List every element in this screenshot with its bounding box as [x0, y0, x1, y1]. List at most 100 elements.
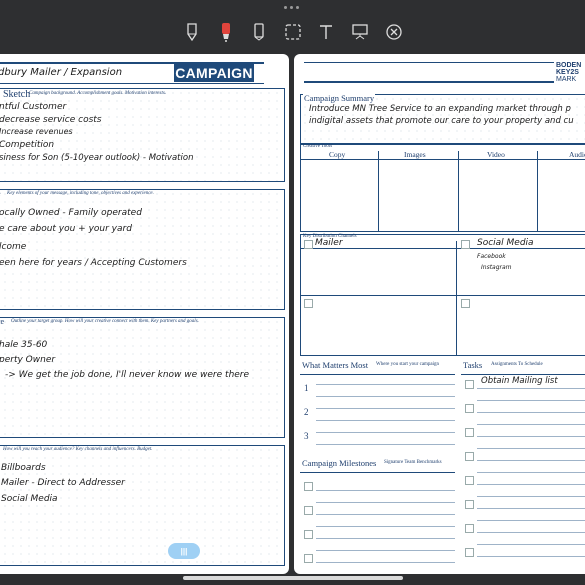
pen-icon[interactable]	[182, 22, 202, 42]
rule-line	[316, 396, 455, 397]
milestone-checkbox[interactable]	[304, 506, 313, 515]
note-line: ntful Customer	[0, 102, 67, 112]
marker-icon[interactable]	[216, 22, 236, 42]
task-checkbox[interactable]	[465, 548, 474, 557]
col-divider	[456, 241, 457, 355]
audience-section[interactable]: ce Outline your target group. How will y…	[0, 317, 285, 438]
toolbar-grabber[interactable]	[284, 6, 299, 9]
task-checkbox[interactable]	[465, 404, 474, 413]
note-line: Competition	[0, 140, 55, 150]
section-heading: ce	[0, 317, 5, 326]
milestones-hint: Signature Team Benchmarks	[384, 460, 442, 465]
rule-line	[477, 484, 585, 485]
distribution-rule	[301, 248, 585, 249]
col-copy: Copy	[329, 150, 346, 159]
close-circle-icon[interactable]	[384, 22, 404, 42]
tasks-section[interactable]: Tasks Assignments To Schedule Obtain Mai…	[461, 360, 585, 570]
text-icon[interactable]	[316, 22, 336, 42]
summary-line: indigital assets that promote our care t…	[309, 116, 574, 126]
header-rule	[304, 62, 554, 63]
milestone-checkbox[interactable]	[304, 530, 313, 539]
milestone-checkbox[interactable]	[304, 554, 313, 563]
campaign-title: dbury Mailer / Expansion	[0, 67, 123, 78]
rule-line	[477, 496, 585, 497]
message-section[interactable]: e Key elements of your message, includin…	[0, 189, 285, 310]
rule-line	[316, 514, 455, 515]
note-line: lcome	[0, 242, 27, 252]
rule-line	[477, 508, 585, 509]
note-line: Billboards	[1, 463, 46, 473]
campaign-summary[interactable]: Campaign Summary Introduce MN Tree Servi…	[300, 93, 585, 144]
task-checkbox[interactable]	[465, 476, 474, 485]
tasks-label: Tasks	[463, 360, 483, 370]
col-audio: Audio	[569, 150, 585, 159]
rule-line	[316, 444, 455, 445]
channel-checkbox[interactable]	[304, 299, 313, 308]
rule-line	[477, 460, 585, 461]
rule-line	[316, 420, 455, 421]
brand-line: MARK	[556, 76, 577, 83]
section-rule	[461, 374, 585, 375]
note-line: Increase revenues	[0, 127, 73, 136]
rule-line	[477, 556, 585, 557]
rule-line	[477, 412, 585, 413]
task-checkbox[interactable]	[465, 500, 474, 509]
channel-label: Mailer	[315, 238, 343, 248]
channel-note: Facebook	[477, 253, 506, 260]
summary-label: Campaign Summary	[303, 93, 376, 103]
distribution-table[interactable]: Key Distribution Channels Mailer Social …	[300, 234, 585, 356]
section-rule	[300, 472, 455, 473]
pencil-icon[interactable]	[249, 22, 269, 42]
section-heading: e	[0, 189, 1, 198]
task-checkbox[interactable]	[465, 524, 474, 533]
channel-label: Social Media	[477, 238, 534, 248]
rule-line	[316, 408, 455, 409]
what-matters-label: What Matters Most	[302, 360, 369, 370]
what-matters-hint: Where you start your campaign	[376, 362, 440, 367]
rule-line	[316, 384, 455, 385]
note-line: perty Owner	[0, 355, 56, 365]
rule-line	[477, 400, 585, 401]
title-underline	[0, 83, 264, 84]
home-indicator[interactable]	[183, 576, 403, 580]
right-page[interactable]: BODEN KEY2S MARK Campaign Summary Introd…	[294, 54, 585, 574]
col-images: Images	[404, 150, 426, 159]
note-line: Mailer - Direct to Addresser	[1, 478, 125, 488]
creative-tools-table[interactable]: Creative Tools Copy Images Video Audio	[300, 144, 585, 232]
background-section[interactable]: Sketch Campaign background. Accomplishme…	[0, 88, 285, 182]
task-checkbox[interactable]	[465, 428, 474, 437]
rule-line	[316, 562, 455, 563]
lasso-icon[interactable]	[283, 22, 303, 42]
rule-line	[316, 502, 455, 503]
milestone-checkbox[interactable]	[304, 482, 313, 491]
brand-line: BODEN	[556, 62, 582, 69]
note-line: een here for years / Accepting Customers	[0, 258, 187, 268]
channel-checkbox[interactable]	[304, 240, 313, 249]
header-rule-2	[304, 81, 554, 83]
channel-checkbox[interactable]	[461, 299, 470, 308]
rule-line	[477, 472, 585, 473]
rule-line	[316, 432, 455, 433]
task-checkbox[interactable]	[465, 380, 474, 389]
note-line: Social Media	[1, 494, 58, 504]
rule-line	[477, 520, 585, 521]
task-checkbox[interactable]	[465, 452, 474, 461]
col-divider	[378, 151, 379, 231]
note-line: decrease service costs	[0, 115, 102, 125]
channels-section[interactable]: How will you reach your audience? Key ch…	[0, 445, 285, 566]
creative-tools-label: Creative Tools	[303, 144, 333, 149]
milestones-section[interactable]: Campaign Milestones Signature Team Bench…	[300, 458, 455, 570]
rule-line	[316, 526, 455, 527]
priority-number: 2	[304, 407, 309, 417]
annotation-toolbar	[0, 0, 585, 50]
presentation-icon[interactable]	[350, 22, 370, 42]
brand-logo: BODEN KEY2S MARK	[556, 62, 581, 83]
channel-checkbox[interactable]	[461, 240, 470, 249]
col-divider	[458, 151, 459, 231]
note-line: e care about you + your yard	[0, 224, 132, 234]
channel-note: Instagram	[481, 264, 512, 271]
left-page[interactable]: dbury Mailer / Expansion CAMPAIGN Sketch…	[0, 54, 289, 574]
creative-header-rule	[301, 159, 585, 160]
what-matters-section[interactable]: What Matters Most Where you start your c…	[300, 360, 455, 452]
page-scroll-button[interactable]: |||	[168, 543, 200, 559]
